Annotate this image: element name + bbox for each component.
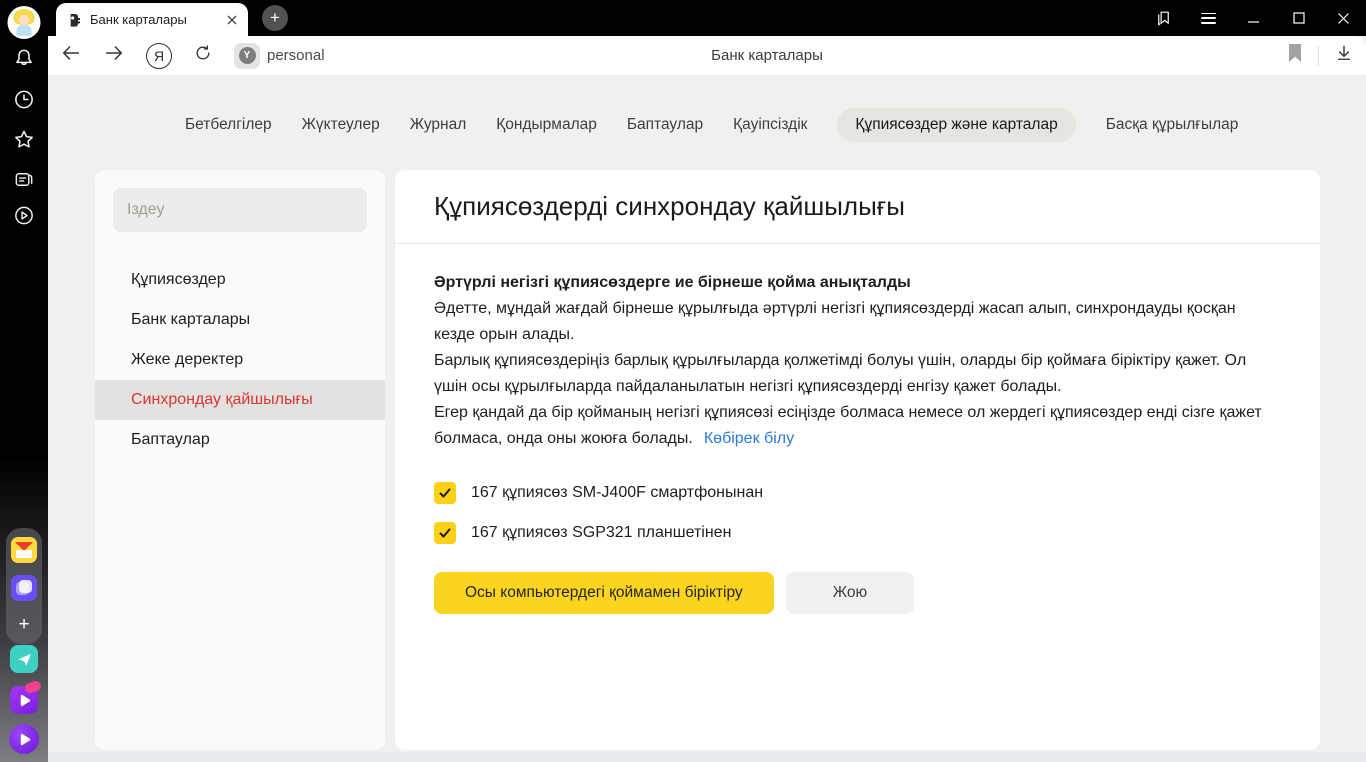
checkbox-checked-icon[interactable] xyxy=(434,482,456,504)
tab-settings[interactable]: Баптаулар xyxy=(627,116,703,134)
window-controls xyxy=(1141,0,1366,36)
tab-bar: Банк карталары + xyxy=(48,0,1366,36)
bookmark-flag-icon[interactable] xyxy=(1287,44,1303,67)
notifications-bell-icon[interactable] xyxy=(13,47,36,70)
merge-button[interactable]: Осы компьютердегі қоймамен біріктіру xyxy=(434,572,774,614)
sidebar-item-passwords[interactable]: Құпиясөздер xyxy=(95,260,385,300)
video-play-icon[interactable] xyxy=(13,204,36,227)
dock-add-button[interactable]: + xyxy=(12,613,36,637)
yandex-logo[interactable]: Я xyxy=(146,43,172,69)
apps-layer xyxy=(19,580,32,593)
browser-tab[interactable]: Банк карталары xyxy=(56,3,248,36)
browser-side-rail: + xyxy=(0,0,48,762)
tab-title: Банк карталары xyxy=(90,12,218,27)
settings-tabs: Бетбелгілер Жүктеулер Журнал Қондырмалар… xyxy=(185,108,1238,142)
profile-avatar[interactable] xyxy=(8,6,41,39)
avatar-art xyxy=(19,15,30,25)
browser-window: + Банк карталары + xyxy=(0,0,1366,762)
paragraph: Барлық құпиясөздеріңіз барлық құрылғылар… xyxy=(434,348,1280,400)
alice-assistant-icon[interactable] xyxy=(9,724,39,754)
tab-extensions[interactable]: Қондырмалар xyxy=(496,116,597,134)
address-bar: Я Y personal xyxy=(48,36,1366,75)
sync-profile-badge[interactable]: Y personal xyxy=(234,43,325,69)
sidebar-item-personal-data[interactable]: Жеке деректер xyxy=(95,340,385,380)
profile-icon: Y xyxy=(234,43,260,69)
close-window-button[interactable] xyxy=(1321,0,1366,36)
learn-more-link[interactable]: Көбірек білу xyxy=(704,430,794,447)
sidebar-item-settings[interactable]: Баптаулар xyxy=(95,420,385,460)
minimize-button[interactable] xyxy=(1231,0,1276,36)
conflict-subtitle: Әртүрлі негізгі құпиясөздерге ие бірнеше… xyxy=(434,270,1280,296)
tab-bookmarks[interactable]: Бетбелгілер xyxy=(185,116,272,134)
search-input[interactable] xyxy=(113,188,367,232)
vault-checkbox-row[interactable]: 167 құпиясөз SGP321 планшетінен xyxy=(434,522,1280,544)
forward-icon[interactable] xyxy=(103,42,125,69)
tab-favicon-key-icon xyxy=(66,12,82,28)
vault-checkbox-label: 167 құпиясөз SM-J400F смартфонынан xyxy=(471,484,763,502)
tabs-panel-icon[interactable] xyxy=(1141,0,1186,36)
tab-other-devices[interactable]: Басқа құрылғылар xyxy=(1106,116,1239,134)
page-title: Құпиясөздерді синхрондау қайшылығы xyxy=(395,170,1320,222)
vault-checkbox-group: 167 құпиясөз SM-J400F смартфонынан 167 қ… xyxy=(434,482,1280,544)
menu-icon[interactable] xyxy=(1186,0,1231,36)
mail-paper xyxy=(16,550,32,558)
vault-checkbox-row[interactable]: 167 құпиясөз SM-J400F смартфонынан xyxy=(434,482,1280,504)
bottom-strip xyxy=(48,752,1366,762)
bookmarks-star-icon[interactable] xyxy=(13,128,36,151)
yandex-mail-icon[interactable] xyxy=(11,537,37,563)
new-tab-button[interactable]: + xyxy=(262,5,288,31)
maximize-button[interactable] xyxy=(1276,0,1321,36)
action-buttons: Осы компьютердегі қоймамен біріктіру Жою xyxy=(434,572,1280,614)
alice-app-icon[interactable] xyxy=(10,686,38,714)
collections-icon[interactable] xyxy=(13,168,36,191)
downloads-icon[interactable] xyxy=(1334,43,1354,68)
tab-passwords-and-cards[interactable]: Құпиясөздер және карталар xyxy=(837,108,1075,142)
sync-conflict-content: Құпиясөздерді синхрондау қайшылығы Әртүр… xyxy=(395,170,1320,750)
tab-history[interactable]: Журнал xyxy=(410,116,467,134)
side-menu: Құпиясөздер Банк карталары Жеке деректер… xyxy=(95,260,385,460)
history-clock-icon[interactable] xyxy=(13,88,36,111)
passwords-side-panel: Құпиясөздер Банк карталары Жеке деректер… xyxy=(95,170,385,750)
toolbar-separator xyxy=(1318,46,1319,66)
messenger-icon[interactable] xyxy=(10,645,38,673)
refresh-icon[interactable] xyxy=(193,43,213,68)
vault-checkbox-label: 167 құпиясөз SGP321 планшетінен xyxy=(471,524,731,542)
pinned-apps-dock: + xyxy=(6,528,42,644)
sidebar-item-bank-cards[interactable]: Банк карталары xyxy=(95,300,385,340)
sidebar-item-sync-conflict[interactable]: Синхрондау қайшылығы xyxy=(95,380,385,420)
apps-icon[interactable] xyxy=(11,575,37,601)
delete-button[interactable]: Жою xyxy=(786,572,914,614)
tab-close-icon[interactable] xyxy=(226,14,238,26)
profile-label: personal xyxy=(267,47,325,64)
tab-downloads[interactable]: Жүктеулер xyxy=(302,116,380,134)
checkbox-checked-icon[interactable] xyxy=(434,522,456,544)
paragraph-text: Егер қандай да бір қойманың негізгі құпи… xyxy=(434,404,1262,447)
tab-security[interactable]: Қауіпсіздік xyxy=(733,116,807,134)
paragraph: Егер қандай да бір қойманың негізгі құпи… xyxy=(434,400,1280,452)
avatar-art xyxy=(17,25,32,36)
back-icon[interactable] xyxy=(60,42,82,69)
paragraph: Әдетте, мұндай жағдай бірнеше құрылғыда … xyxy=(434,296,1280,348)
